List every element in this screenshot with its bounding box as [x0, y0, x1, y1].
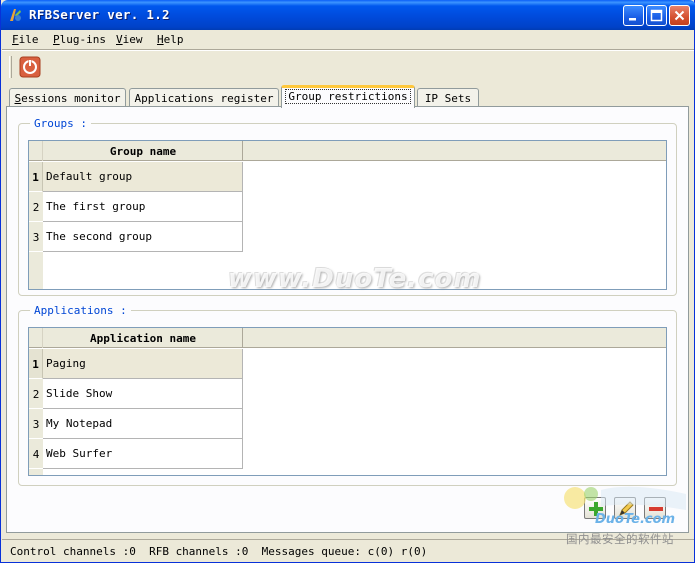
group-name-cell[interactable]: The first group [43, 192, 243, 222]
group-name-column-header[interactable]: Group name [44, 141, 243, 161]
groups-title: Groups : [30, 117, 91, 130]
row-number[interactable]: 1 [29, 162, 43, 192]
toolbar-grip[interactable] [9, 56, 12, 78]
tab-ip-sets[interactable]: IP Sets [417, 88, 479, 107]
menu-plugins-label: lug-ins [59, 33, 106, 46]
tab-applications-register[interactable]: Applications register [129, 88, 279, 107]
menu-plugins-accelerator: P [53, 33, 60, 46]
menu-view-label: iew [122, 33, 143, 46]
watermark-text: www.DuoTe.com [228, 264, 482, 294]
menu-bar: File Plug-ins View Help [2, 30, 694, 49]
application-name-column-header[interactable]: Application name [44, 328, 243, 348]
maximize-button[interactable] [646, 5, 667, 26]
menu-help-label: elp [163, 33, 184, 46]
minimize-button[interactable] [623, 5, 644, 26]
window-title: RFBServer ver. 1.2 [29, 7, 170, 22]
row-number[interactable]: 2 [29, 192, 43, 222]
group-name-cell[interactable]: Default group [43, 162, 243, 192]
menu-help[interactable]: Help [157, 33, 184, 46]
tab-sessions-monitor[interactable]: Sessions monitor [9, 88, 126, 107]
applications-title: Applications : [30, 304, 131, 317]
menu-view-accelerator: V [116, 33, 123, 46]
maximize-icon [650, 9, 663, 22]
watermark-logo-url: DuoTe.com [595, 512, 676, 527]
groups-header-corner [29, 141, 43, 161]
tab-applications-label: Applications register [134, 92, 274, 105]
close-icon [674, 10, 685, 21]
applications-header-corner [29, 328, 43, 348]
menu-plugins[interactable]: Plug-ins [53, 33, 106, 46]
menu-file-accelerator: F [12, 33, 19, 46]
menu-view[interactable]: View [116, 33, 143, 46]
group-name-cell[interactable]: The second group [43, 222, 243, 252]
groups-grid-header: Group name [29, 141, 666, 161]
watermark-logo-tagline: 国内最安全的软件站 [566, 532, 674, 546]
power-icon [19, 56, 41, 78]
menu-separator [2, 49, 694, 51]
tab-group-label: Group restrictions [285, 89, 411, 104]
application-name-cell[interactable]: Paging [43, 349, 243, 379]
main-window: RFBServer ver. 1.2 File Plug-ins View He… [0, 0, 695, 563]
status-text: Control channels :0 RFB channels :0 Mess… [10, 545, 428, 558]
close-button[interactable] [669, 5, 690, 26]
application-name-cell[interactable]: Slide Show [43, 379, 243, 409]
applications-grid-header: Application name [29, 328, 666, 348]
application-name-cell[interactable]: Web Surfer [43, 439, 243, 469]
menu-file-label: ile [18, 33, 39, 46]
row-number[interactable]: 1 [29, 349, 43, 379]
tab-sessions-label: essions monitor [21, 92, 121, 105]
application-name-cell[interactable]: My Notepad [43, 409, 243, 439]
row-number[interactable]: 3 [29, 222, 43, 252]
row-number[interactable]: 4 [29, 439, 43, 469]
app-icon [10, 9, 21, 21]
applications-grid[interactable]: Application name 1 Paging 2 Slide Show 3… [28, 327, 667, 476]
power-button[interactable] [18, 56, 42, 78]
tab-ip-sets-label: IP Sets [424, 92, 472, 105]
minimize-icon [629, 18, 636, 21]
row-number[interactable]: 3 [29, 409, 43, 439]
row-number[interactable]: 2 [29, 379, 43, 409]
title-bar[interactable]: RFBServer ver. 1.2 [1, 0, 695, 30]
menu-file[interactable]: File [12, 33, 39, 46]
menu-help-accelerator: H [157, 33, 164, 46]
tab-group-restrictions[interactable]: Group restrictions [281, 85, 415, 108]
